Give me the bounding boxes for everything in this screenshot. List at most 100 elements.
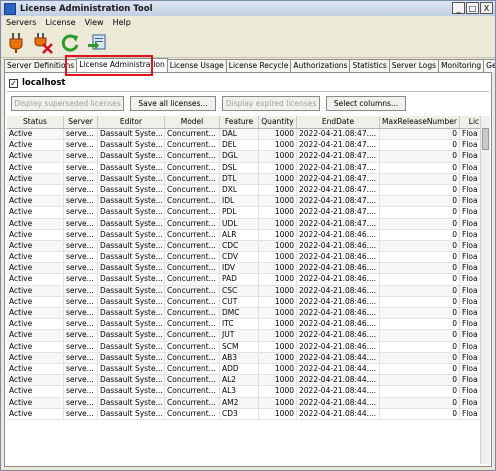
table-row[interactable]: Active serve... Dassault Syste... Concurren… (7, 184, 489, 197)
table-cell: Concurrent... (165, 173, 220, 184)
server-name: localhost (22, 78, 66, 88)
table-row[interactable]: Active serve... Dassault Syste... Concurren… (7, 274, 489, 286)
plug-disconnect-icon[interactable] (31, 31, 55, 55)
table-cell: Concurrent... (165, 240, 220, 252)
tab-license-usage[interactable]: License Usage (166, 59, 227, 72)
table-row[interactable]: Active serve... Dassault Syste... Concurren… (7, 218, 489, 230)
table-cell: 0 (380, 386, 460, 397)
tab-geolocation[interactable]: Geolocation (483, 59, 495, 72)
tab-authorizations[interactable]: Authorizations (290, 59, 351, 72)
table-row[interactable]: Active serve... Dassault Syste... Concurren… (7, 129, 489, 141)
menu-license[interactable]: License (45, 18, 75, 27)
save-all-licenses-button[interactable]: Save all licenses... (130, 96, 216, 111)
table-cell: 0 (380, 341, 460, 352)
table-cell: serve... (64, 341, 98, 352)
app-window: License Administration Tool _ □ X Server… (0, 0, 496, 471)
table-cell: DAL (220, 129, 259, 140)
table-row[interactable]: Active serve... Dassault Syste... Concurren… (7, 229, 489, 241)
table-cell: Dassault Syste... (98, 319, 165, 330)
table-cell: Concurrent... (165, 386, 220, 397)
display-superseded-button[interactable]: Display superseded licenses (11, 96, 124, 111)
table-cell: Dassault Syste... (98, 196, 165, 207)
table-row[interactable]: Active serve... Dassault Syste... Concurren… (7, 240, 489, 253)
menu-servers[interactable]: Servers (6, 18, 36, 27)
table-cell: Active (7, 408, 64, 419)
table-cell: CSC (220, 285, 259, 296)
table-row[interactable]: Active serve... Dassault Syste... Concurren… (7, 173, 489, 185)
table-row[interactable]: Active serve... Dassault Syste... Concurren… (7, 330, 489, 342)
display-expired-button[interactable]: Display expired licenses (222, 96, 320, 111)
table-cell: serve... (64, 263, 98, 274)
export-icon[interactable] (85, 31, 109, 55)
table-cell: 2022-04-21.08:44.... (297, 397, 380, 408)
tab-license-recycle[interactable]: License Recycle (225, 59, 292, 72)
table-row[interactable]: Active serve... Dassault Syste... Concurren… (7, 308, 489, 320)
refresh-icon[interactable] (58, 31, 82, 55)
table-cell: Dassault Syste... (98, 184, 165, 196)
menu-help[interactable]: Help (113, 18, 131, 27)
table-row[interactable]: Active serve... Dassault Syste... Concurren… (7, 375, 489, 387)
close-button[interactable]: X (480, 2, 493, 14)
column-header[interactable]: Server (64, 116, 98, 128)
table-cell: IDV (220, 263, 259, 274)
tab-monitoring[interactable]: Monitoring (438, 59, 485, 72)
table-row[interactable]: Active serve... Dassault Syste... Concurren… (7, 196, 489, 208)
table-cell: serve... (64, 330, 98, 341)
column-header[interactable]: MaxReleaseNumber (380, 116, 460, 128)
table-row[interactable]: Active serve... Dassault Syste... Concurren… (7, 397, 489, 409)
table-row[interactable]: Active serve... Dassault Syste... Concurren… (7, 296, 489, 308)
title-bar[interactable]: License Administration Tool _ □ X (1, 1, 495, 16)
table-row[interactable]: Active serve... Dassault Syste... Concurren… (7, 352, 489, 364)
table-row[interactable]: Active serve... Dassault Syste... Concurren… (7, 319, 489, 331)
table-cell: serve... (64, 296, 98, 307)
table-cell: Active (7, 173, 64, 184)
minimize-button[interactable]: _ (452, 2, 465, 14)
menu-view[interactable]: View (85, 18, 104, 27)
maximize-button[interactable]: □ (466, 2, 479, 14)
table-row[interactable]: Active serve... Dassault Syste... Concurren… (7, 341, 489, 353)
table-row[interactable]: Active serve... Dassault Syste... Concurren… (7, 263, 489, 275)
select-columns-button[interactable]: Select columns... (326, 96, 406, 111)
table-cell: Active (7, 129, 64, 140)
table-row[interactable]: Active serve... Dassault Syste... Concurren… (7, 363, 489, 376)
app-icon (4, 2, 16, 15)
scrollbar-thumb[interactable] (482, 128, 489, 150)
table-cell: serve... (64, 218, 98, 229)
table-cell: 0 (380, 207, 460, 218)
table-row[interactable]: Active serve... Dassault Syste... Concurren… (7, 386, 489, 398)
table-row[interactable]: Active serve... Dassault Syste... Concurren… (7, 207, 489, 219)
table-cell: 2022-04-21.08:46.... (297, 274, 380, 285)
table-cell: Dassault Syste... (98, 151, 165, 162)
table-cell: 0 (380, 274, 460, 285)
tab-statistics[interactable]: Statistics (349, 59, 390, 72)
table-cell: 2022-04-21.08:47.... (297, 196, 380, 207)
column-header[interactable]: Editor (98, 116, 165, 128)
table-cell: Dassault Syste... (98, 341, 165, 352)
table-row[interactable]: Active serve... Dassault Syste... Concurren… (7, 252, 489, 264)
tab-server-logs[interactable]: Server Logs (388, 59, 440, 72)
table-cell: serve... (64, 207, 98, 218)
column-header[interactable]: EndDate (297, 116, 380, 128)
column-header[interactable]: Model (165, 116, 220, 128)
table-row[interactable]: Active serve... Dassault Syste... Concurren… (7, 408, 489, 420)
table-cell: 1000 (259, 184, 297, 196)
table-row[interactable]: Active serve... Dassault Syste... Concurren… (7, 151, 489, 163)
plug-connect-icon[interactable] (4, 31, 28, 55)
table-cell: Concurrent... (165, 319, 220, 330)
table-cell: ITC (220, 319, 259, 330)
table-cell: 2022-04-21.08:46.... (297, 341, 380, 352)
table-cell: 2022-04-21.08:47.... (297, 140, 380, 151)
table-cell: 2022-04-21.08:44.... (297, 408, 380, 419)
vertical-scrollbar[interactable] (480, 116, 490, 464)
column-header[interactable]: Quantity (259, 116, 297, 128)
table-cell: AL2 (220, 375, 259, 386)
table-cell: serve... (64, 285, 98, 296)
column-header[interactable]: Feature (220, 116, 259, 128)
table-cell: 0 (380, 218, 460, 229)
table-row[interactable]: Active serve... Dassault Syste... Concurren… (7, 162, 489, 174)
server-checkbox[interactable]: ✓ (9, 78, 18, 88)
table-row[interactable]: Active serve... Dassault Syste... Concurren… (7, 285, 489, 297)
table-row[interactable]: Active serve... Dassault Syste... Concurren… (7, 140, 489, 152)
column-header[interactable]: Status (7, 116, 64, 128)
table-body: Active serve... Dassault Syste... Concurren… (7, 129, 489, 420)
